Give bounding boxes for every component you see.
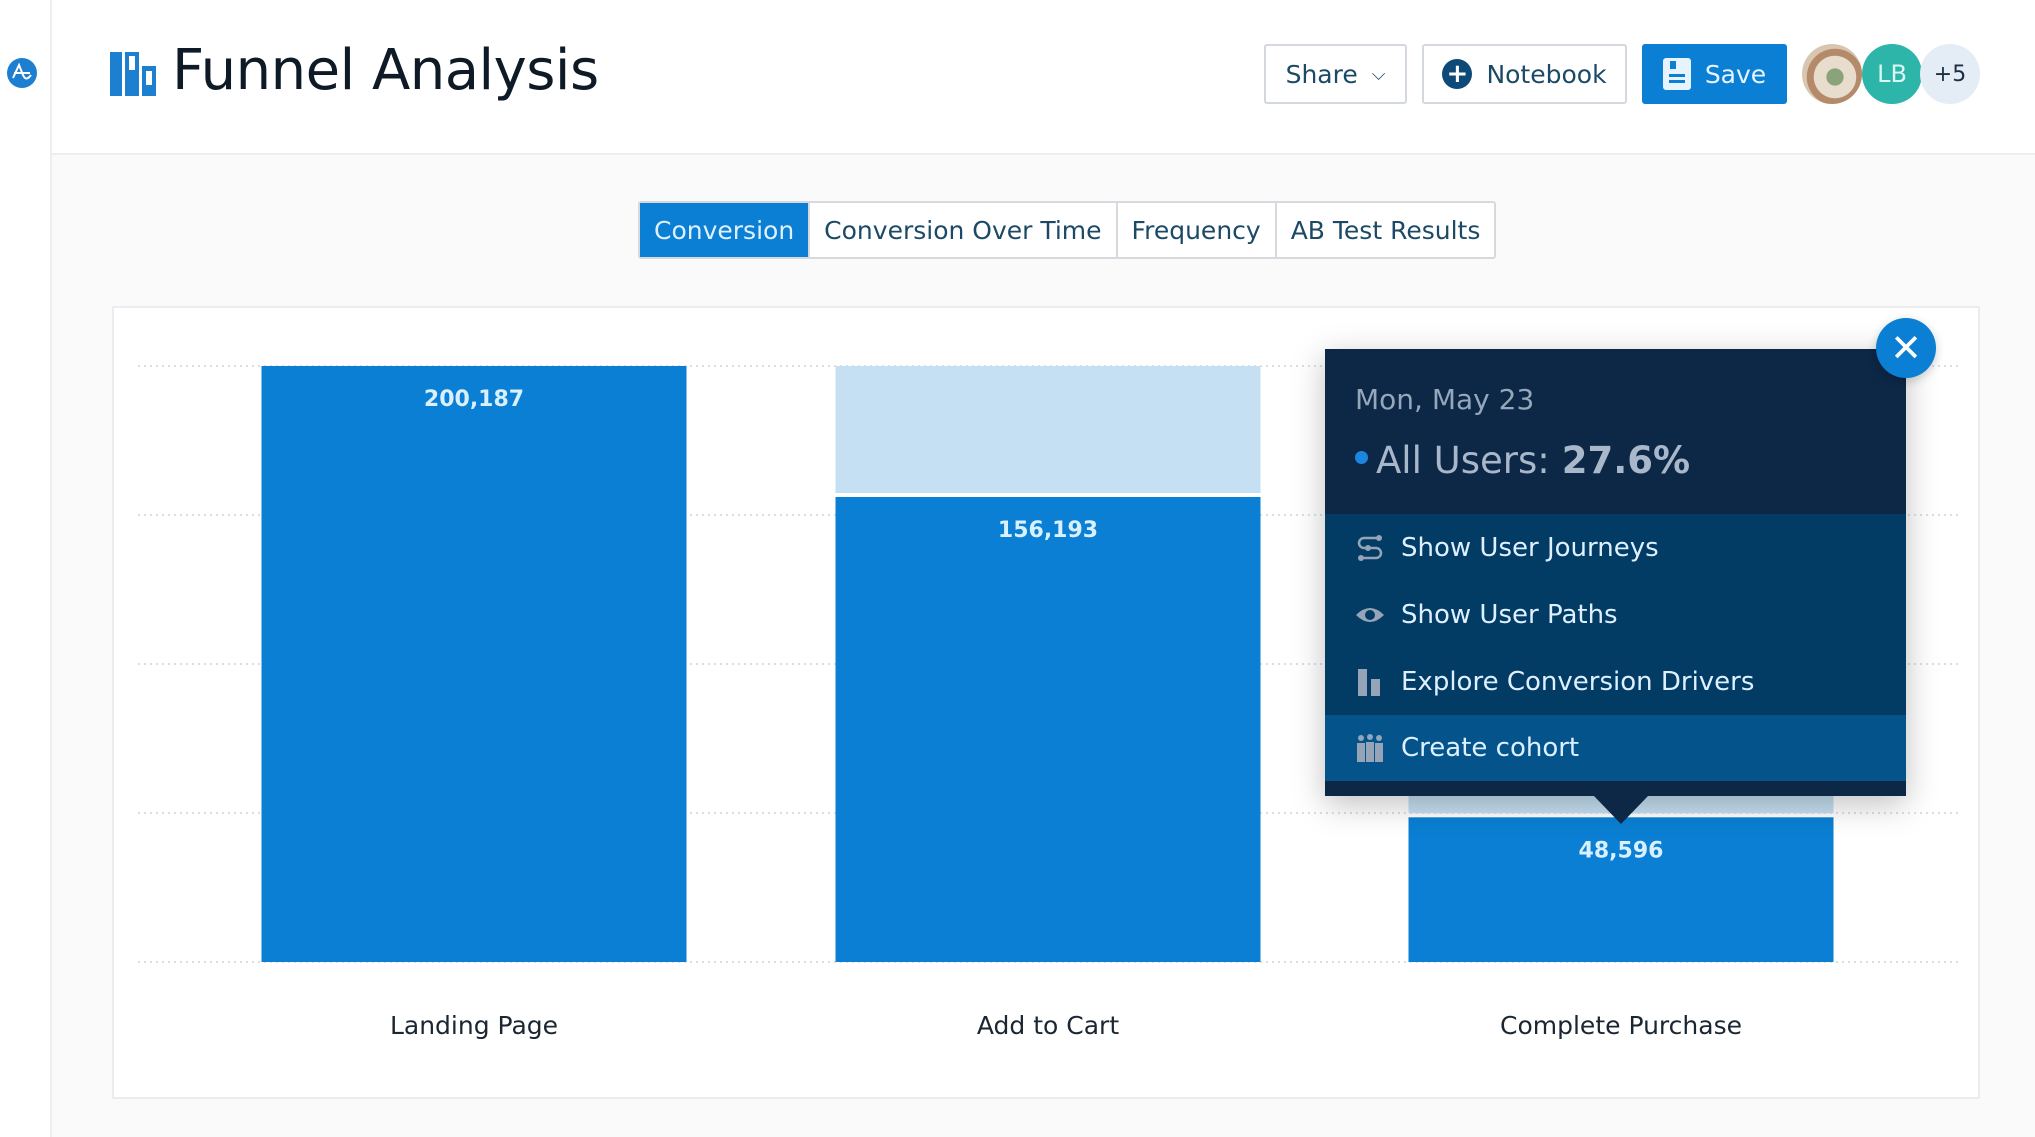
funnel-chart-icon bbox=[110, 52, 158, 96]
people-group-icon bbox=[1355, 733, 1385, 763]
save-label: Save bbox=[1704, 59, 1767, 89]
avatar-initials[interactable]: LB bbox=[1862, 44, 1922, 104]
close-icon: ✕ bbox=[1890, 326, 1922, 370]
bar-chart-icon bbox=[1355, 667, 1385, 697]
tab-conversion-over-time[interactable]: Conversion Over Time bbox=[810, 203, 1118, 257]
chevron-down-icon: ⌵ bbox=[1371, 63, 1386, 85]
x-axis-label: Add to Cart bbox=[977, 1011, 1119, 1040]
tooltip-series-label: All Users: bbox=[1376, 439, 1550, 482]
journeys-icon bbox=[1355, 533, 1385, 563]
bar-value-label: 200,187 bbox=[424, 387, 524, 412]
eye-icon bbox=[1355, 600, 1385, 630]
conversion-bar[interactable] bbox=[261, 366, 687, 962]
dropoff-bar[interactable] bbox=[835, 366, 1261, 493]
tooltip-pointer bbox=[1594, 796, 1648, 824]
notebook-button[interactable]: + Notebook bbox=[1422, 44, 1627, 104]
x-axis-label: Landing Page bbox=[390, 1011, 558, 1040]
tooltip-date: Mon, May 23 bbox=[1355, 383, 1535, 416]
tooltip-value: 27.6% bbox=[1561, 439, 1691, 482]
conversion-bar[interactable] bbox=[835, 496, 1261, 962]
amplitude-logo-icon[interactable] bbox=[7, 58, 37, 88]
menu-item-show-user-journeys[interactable]: Show User Journeys bbox=[1325, 514, 1906, 581]
menu-item-label: Show User Paths bbox=[1401, 599, 1618, 630]
x-axis-label: Complete Purchase bbox=[1500, 1011, 1742, 1040]
save-button[interactable]: Save bbox=[1642, 44, 1787, 104]
view-tabs: Conversion Conversion Over Time Frequenc… bbox=[638, 201, 1497, 259]
menu-item-label: Create cohort bbox=[1401, 733, 1580, 763]
menu-item-create-cohort[interactable]: Create cohort bbox=[1325, 715, 1906, 781]
step-tooltip-popup: Mon, May 23 All Users: 27.6% Show User J… bbox=[1325, 349, 1906, 796]
page-title: Funnel Analysis bbox=[172, 38, 599, 103]
floppy-disk-icon bbox=[1662, 58, 1691, 90]
menu-item-label: Show User Journeys bbox=[1401, 532, 1659, 563]
bar-value-label: 48,596 bbox=[1579, 838, 1664, 863]
close-tooltip-button[interactable]: ✕ bbox=[1876, 318, 1936, 378]
sidebar bbox=[0, 0, 52, 1137]
share-button[interactable]: Share ⌵ bbox=[1264, 44, 1407, 104]
menu-item-explore-conversion-drivers[interactable]: Explore Conversion Drivers bbox=[1325, 648, 1906, 715]
tab-frequency[interactable]: Frequency bbox=[1118, 203, 1277, 257]
tab-conversion[interactable]: Conversion bbox=[640, 203, 811, 257]
avatar-photo[interactable] bbox=[1802, 44, 1862, 104]
menu-item-show-user-paths[interactable]: Show User Paths bbox=[1325, 581, 1906, 648]
tooltip-menu: Show User Journeys Show User Paths Explo… bbox=[1325, 514, 1906, 781]
share-label: Share bbox=[1285, 59, 1358, 89]
avatar-overflow-count[interactable]: +5 bbox=[1920, 44, 1980, 104]
series-dot-icon bbox=[1355, 451, 1368, 464]
tab-ab-test-results[interactable]: AB Test Results bbox=[1277, 203, 1495, 257]
tooltip-metric: All Users: 27.6% bbox=[1355, 439, 1690, 482]
notebook-label: Notebook bbox=[1486, 59, 1607, 89]
plus-circle-icon: + bbox=[1442, 59, 1473, 89]
page-header: Funnel Analysis Share ⌵ + Notebook Save … bbox=[52, 0, 2035, 155]
bar-value-label: 156,193 bbox=[998, 518, 1098, 543]
menu-item-label: Explore Conversion Drivers bbox=[1401, 666, 1755, 697]
